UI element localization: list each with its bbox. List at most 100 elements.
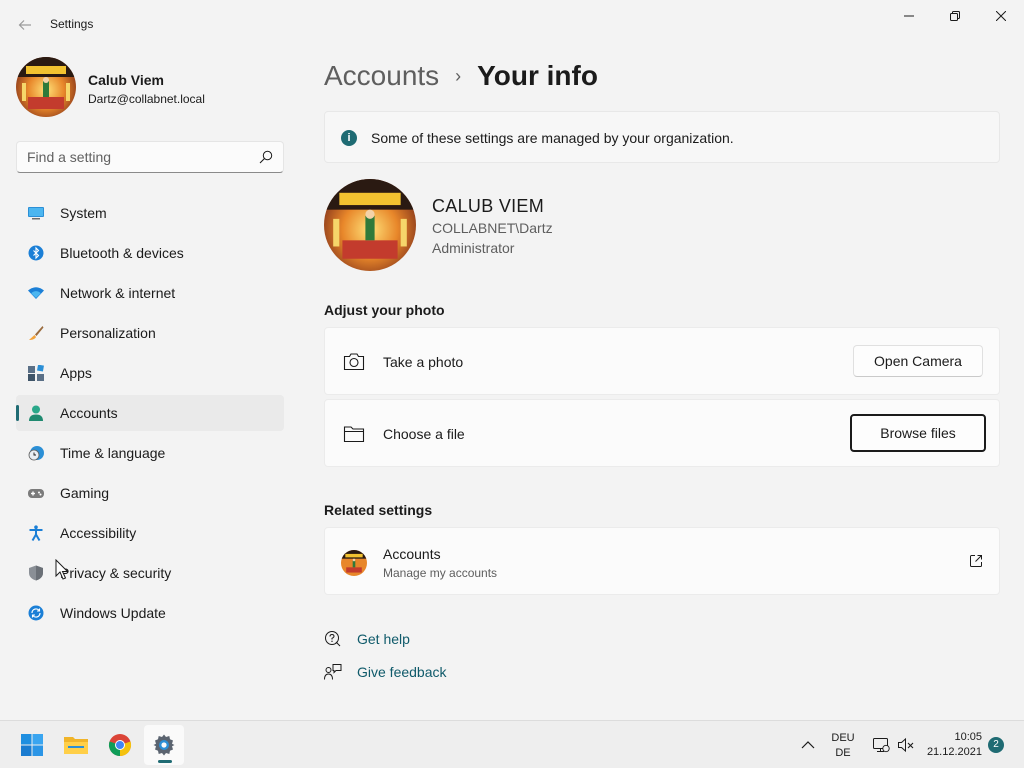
back-button[interactable] <box>14 14 36 36</box>
bluetooth-icon <box>28 245 44 261</box>
update-icon <box>28 605 44 621</box>
show-hidden-icons-chevron-icon[interactable] <box>800 737 816 753</box>
title-bar: Settings <box>0 0 1024 48</box>
taskbar: DEU DE 10:05 21.12.2021 2 <box>0 720 1024 768</box>
external-link-icon <box>970 555 982 567</box>
info-icon: i <box>341 130 357 146</box>
choose-file-card: Choose a file Browse files <box>324 399 1000 467</box>
sidebar-item-label: Accessibility <box>60 525 137 541</box>
sidebar-item-time-language[interactable]: Time & language <box>16 435 284 471</box>
user-role: Administrator <box>432 240 515 256</box>
user-domain-account: COLLABNET\Dartz <box>432 220 553 236</box>
sidebar-item-label: Bluetooth & devices <box>60 245 184 261</box>
open-camera-button[interactable]: Open Camera <box>853 345 983 377</box>
taskbar-start-button[interactable] <box>12 725 52 765</box>
gamepad-icon <box>28 489 44 498</box>
notification-count-badge[interactable]: 2 <box>988 737 1004 753</box>
taskbar-settings[interactable] <box>144 725 184 765</box>
minimize-icon <box>904 15 914 17</box>
sidebar-item-personalization[interactable]: Personalization <box>16 315 284 351</box>
close-icon <box>996 11 1006 21</box>
sidebar-item-label: System <box>60 205 107 221</box>
restore-icon <box>950 11 960 21</box>
get-help-link[interactable]: Get help <box>324 629 524 649</box>
app-title: Settings <box>50 17 94 31</box>
search-icon[interactable] <box>259 150 273 164</box>
take-photo-card: Take a photo Open Camera <box>324 327 1000 395</box>
accessibility-icon <box>29 525 43 541</box>
profile-header: Calub Viem Dartz@collabnet.local <box>16 57 286 117</box>
start-icon <box>21 734 43 756</box>
sidebar-item-label: Accounts <box>60 405 118 421</box>
give-feedback-link[interactable]: Give feedback <box>324 662 524 682</box>
clock-globe-icon <box>28 446 44 461</box>
language-code: DEU <box>831 732 855 744</box>
breadcrumb: Accounts › Your info <box>324 58 598 94</box>
network-disconnected-icon[interactable] <box>872 737 890 753</box>
apps-icon <box>28 365 44 381</box>
get-help-label[interactable]: Get help <box>357 631 410 647</box>
folder-icon <box>343 426 365 443</box>
search-box[interactable] <box>16 141 284 173</box>
give-feedback-label[interactable]: Give feedback <box>357 664 447 680</box>
sidebar-item-label: Privacy & security <box>60 565 172 581</box>
breadcrumb-separator: › <box>455 65 462 86</box>
search-input[interactable] <box>27 148 247 166</box>
user-display-name: CALUB VIEM <box>432 196 545 216</box>
profile-email: Dartz@collabnet.local <box>88 92 205 106</box>
user-info-card: CALUB VIEM COLLABNET\Dartz Administrator <box>324 179 724 271</box>
camera-icon <box>343 353 365 371</box>
clock-time: 10:05 <box>954 731 982 743</box>
page-title: Your info <box>477 60 598 91</box>
taskbar-file-explorer[interactable] <box>56 725 96 765</box>
sidebar-item-label: Gaming <box>60 485 110 501</box>
feedback-icon <box>324 664 342 680</box>
info-bar-text: Some of these settings are managed by yo… <box>371 130 734 146</box>
back-arrow-icon <box>18 20 31 30</box>
system-icon <box>28 207 44 220</box>
restore-button[interactable] <box>932 0 978 32</box>
keyboard-layout-code: DE <box>835 747 851 759</box>
close-button[interactable] <box>978 0 1024 32</box>
wifi-icon <box>28 287 44 299</box>
related-settings-heading: Related settings <box>324 502 433 518</box>
sidebar-item-label: Windows Update <box>60 605 166 621</box>
sidebar-item-label: Time & language <box>60 445 166 461</box>
sidebar-item-system[interactable]: System <box>16 195 284 231</box>
related-accounts-card[interactable]: Accounts Manage my accounts <box>324 527 1000 595</box>
taskbar-clock[interactable]: 10:05 21.12.2021 <box>926 730 982 760</box>
sidebar-item-windows-update[interactable]: Windows Update <box>16 595 284 631</box>
shield-icon <box>29 565 43 581</box>
org-managed-info-bar: i Some of these settings are managed by … <box>324 111 1000 163</box>
sidebar-item-label: Personalization <box>60 325 156 341</box>
browse-files-button[interactable]: Browse files <box>850 414 986 452</box>
mouse-cursor-icon <box>55 559 69 580</box>
brush-icon <box>29 326 44 340</box>
minimize-button[interactable] <box>886 0 932 32</box>
chrome-icon <box>108 734 132 757</box>
accounts-avatar <box>341 550 367 576</box>
sidebar-item-accessibility[interactable]: Accessibility <box>16 515 284 551</box>
get-help-icon <box>325 631 341 647</box>
breadcrumb-parent[interactable]: Accounts <box>324 60 439 92</box>
file-explorer-icon <box>64 737 88 754</box>
user-avatar <box>324 179 416 271</box>
choose-file-label: Choose a file <box>383 426 465 442</box>
avatar <box>16 57 76 117</box>
settings-icon <box>153 734 175 756</box>
sidebar-item-accounts[interactable]: Accounts <box>16 395 284 431</box>
sidebar-item-network[interactable]: Network & internet <box>16 275 284 311</box>
related-accounts-subtitle: Manage my accounts <box>383 566 498 580</box>
take-photo-label: Take a photo <box>383 354 464 370</box>
sidebar-item-apps[interactable]: Apps <box>16 355 284 391</box>
taskbar-chrome[interactable] <box>100 725 140 765</box>
sidebar-item-label: Network & internet <box>60 285 176 301</box>
sidebar-item-label: Apps <box>60 365 92 381</box>
profile-name: Calub Viem <box>88 72 164 88</box>
input-language-indicator[interactable]: DEU DE <box>828 731 858 761</box>
sidebar-item-gaming[interactable]: Gaming <box>16 475 284 511</box>
adjust-photo-heading: Adjust your photo <box>324 302 445 318</box>
volume-muted-icon[interactable] <box>897 737 915 753</box>
sidebar-item-bluetooth[interactable]: Bluetooth & devices <box>16 235 284 271</box>
person-icon <box>29 405 43 421</box>
